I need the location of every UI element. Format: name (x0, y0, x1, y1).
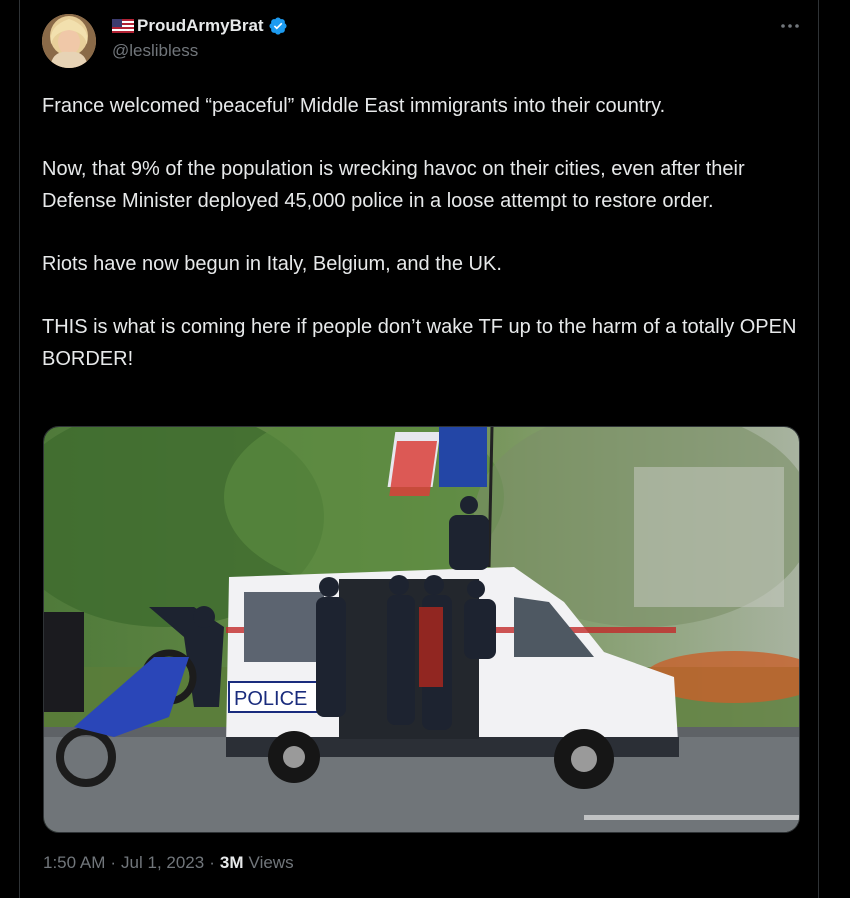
tweet-text: France welcomed “peaceful” Middle East i… (42, 90, 802, 375)
display-name-row[interactable]: ProudArmyBrat (112, 14, 288, 38)
author-names: ProudArmyBrat @leslibless (112, 14, 288, 61)
meta-separator: · (209, 853, 215, 872)
display-name[interactable]: ProudArmyBrat (137, 16, 264, 36)
tweet-paragraph: Now, that 9% of the population is wrecki… (42, 158, 745, 212)
van-label: POLICE (234, 688, 307, 710)
author-handle[interactable]: @leslibless (112, 41, 288, 61)
tweet-paragraph: Riots have now begun in Italy, Belgium, … (42, 253, 502, 275)
meta-separator: · (110, 853, 117, 872)
views-label: Views (248, 853, 294, 872)
avatar[interactable] (42, 14, 96, 68)
more-options-icon[interactable] (778, 16, 802, 36)
column-border-right (818, 0, 819, 898)
verified-badge-icon (269, 17, 287, 35)
views-count[interactable]: 3M (220, 853, 244, 873)
tweet-paragraph: France welcomed “peaceful” Middle East i… (42, 95, 666, 117)
tweet-header: ProudArmyBrat @leslibless (42, 12, 802, 72)
avatar-image (42, 14, 96, 68)
tweet-date[interactable]: Jul 1, 2023 (121, 853, 204, 873)
riot-photo: POLICE (44, 427, 799, 832)
tweet-time[interactable]: 1:50 AM (43, 853, 105, 873)
tweet-media-photo[interactable]: POLICE (43, 426, 800, 833)
us-flag-icon (112, 19, 134, 33)
tweet-meta: 1:50 AM · Jul 1, 2023 · 3M Views (43, 853, 294, 873)
column-border-left (19, 0, 20, 898)
tweet-paragraph: THIS is what is coming here if people do… (42, 316, 797, 370)
